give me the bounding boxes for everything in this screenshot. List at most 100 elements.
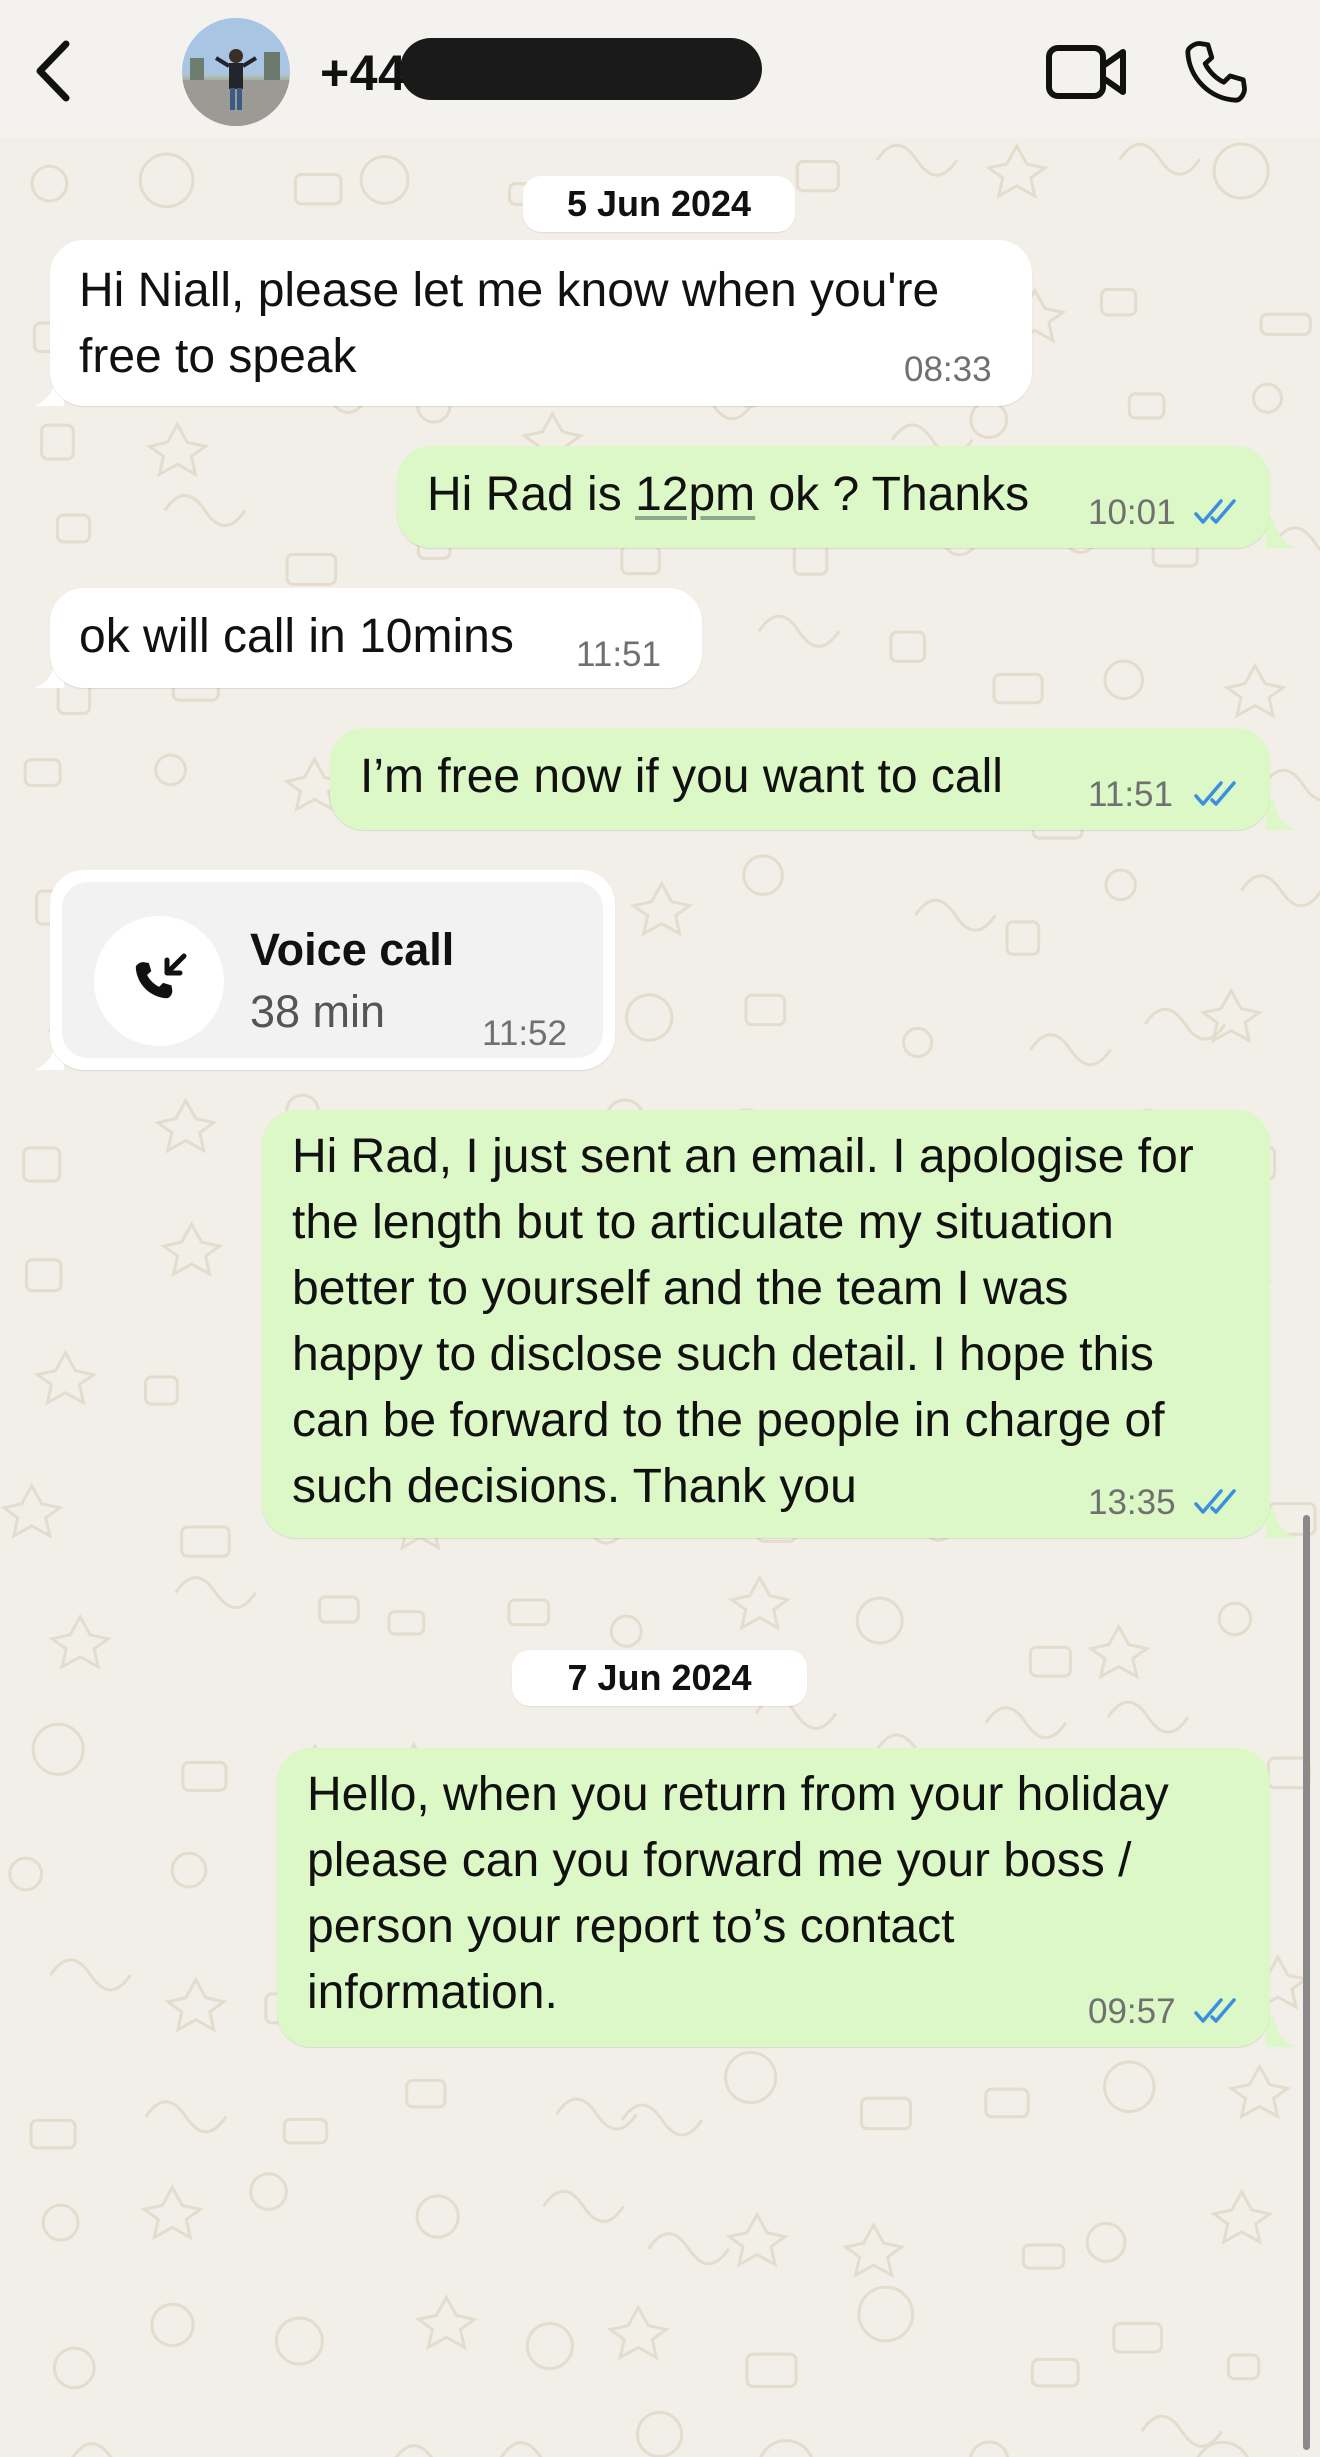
doodle-shape	[154, 753, 187, 787]
doodle-shape	[914, 898, 997, 932]
message-bubble-incoming[interactable]: ok will call in 10mins 11:51	[50, 588, 702, 688]
contact-avatar[interactable]	[182, 18, 290, 126]
doodle-shape	[48, 1613, 112, 1670]
doodle-shape	[1106, 1700, 1190, 1734]
doodle-shape	[138, 152, 195, 209]
doodle-shape	[1030, 2357, 1080, 2388]
doodle-shape	[41, 2203, 80, 2242]
doodle-shape	[145, 421, 209, 478]
message-bubble-outgoing[interactable]: I’m free now if you want to call 11:51	[330, 728, 1270, 830]
doodle-shape	[620, 544, 661, 576]
doodle-shape	[855, 1596, 904, 1645]
bubble-tail	[1266, 518, 1296, 548]
message-text: Hi Rad is 12pm ok ? Thanks	[427, 462, 1029, 528]
doodle-shape	[144, 2100, 228, 2134]
message-text: I’m free now if you want to call	[360, 750, 1003, 803]
doodle-shape	[170, 1851, 208, 1889]
doodle-shape	[992, 672, 1044, 705]
bubble-tail	[1266, 1508, 1296, 1538]
back-button[interactable]	[30, 36, 80, 106]
doodle-shape	[742, 854, 784, 897]
doodle-shape	[1212, 142, 1270, 200]
doodle-shape	[630, 880, 694, 937]
doodle-shape	[1210, 2188, 1274, 2245]
doodle-shape	[285, 552, 338, 586]
message-bubble-outgoing[interactable]: Hello, when you return from your holiday…	[277, 1748, 1270, 2047]
chevron-left-icon	[36, 40, 70, 102]
voice-call-card[interactable]: Voice call 38 min 11:52	[62, 882, 603, 1058]
message-bubble-outgoing[interactable]: Hi Rad is 12pm ok ? Thanks 10:01	[397, 446, 1270, 548]
doodle-shape	[23, 758, 62, 787]
voice-call-button[interactable]	[1180, 36, 1252, 108]
doodle-shape	[8, 1856, 44, 1892]
doodle-shape	[49, 1958, 132, 1992]
doodle-shape	[795, 159, 840, 193]
doodle-shape	[969, 400, 1009, 440]
doodle-shape	[647, 2232, 730, 2266]
doodle-shape	[31, 1722, 85, 1776]
doodle-shape	[143, 1375, 179, 1406]
doodle-shape	[1103, 2060, 1156, 2114]
message-text: Hi Niall, please let me know when you're…	[79, 264, 940, 383]
message-time: 11:51	[1088, 775, 1173, 814]
doodle-shape	[159, 1221, 224, 1278]
doodle-shape	[174, 1576, 257, 1610]
time-link[interactable]: 12pm	[635, 468, 755, 521]
doodle-shape	[1196, 2440, 1249, 2457]
doodle-shape	[387, 1610, 426, 1636]
doodle-shape	[902, 1026, 934, 1059]
doodle-shape	[140, 2184, 204, 2241]
message-bubble-outgoing[interactable]: Hi Rad, I just sent an email. I apologis…	[262, 1110, 1270, 1538]
date-separator: 7 Jun 2024	[512, 1650, 807, 1706]
doodle-shape	[33, 1349, 98, 1406]
doodle-shape	[609, 1614, 643, 1648]
doodle-shape	[1223, 662, 1287, 719]
read-receipt-icon	[1194, 499, 1236, 524]
message-bubble-incoming[interactable]: Hi Niall, please let me know when you're…	[50, 240, 1032, 406]
doodle-shape	[29, 2118, 77, 2150]
message-text-part: Hi Rad is	[427, 468, 636, 521]
doodle-shape	[180, 1525, 231, 1558]
doodle-shape	[1227, 2063, 1292, 2120]
doodle-shape	[150, 2302, 195, 2348]
doodle-shape	[1087, 1623, 1151, 1680]
voice-call-title: Voice call	[250, 924, 455, 975]
message-time: 13:35	[1088, 1483, 1176, 1522]
doodle-shape	[1262, 768, 1320, 802]
doodle-shape	[249, 2172, 288, 2211]
read-receipt-icon	[1194, 1489, 1236, 1514]
contact-number[interactable]: +44	[320, 44, 406, 102]
doodle-shape	[1259, 312, 1312, 336]
doodle-shape	[744, 993, 787, 1027]
doodle-shape	[163, 494, 247, 527]
doodle-shape	[274, 2316, 324, 2366]
message-text-part: ok ? Thanks	[755, 468, 1030, 521]
doodle-shape	[1140, 2414, 1224, 2448]
video-camera-icon	[1046, 45, 1126, 99]
doodle-shape	[1239, 874, 1320, 908]
scrollbar[interactable]	[1303, 1515, 1310, 2450]
doodle-shape	[154, 1097, 218, 1154]
redacted-number	[400, 38, 762, 100]
video-call-button[interactable]	[1045, 38, 1129, 106]
message-text: ok will call in 10mins	[79, 610, 514, 663]
doodle-shape	[507, 1598, 551, 1627]
voice-call-bubble[interactable]: Voice call 38 min 11:52	[50, 870, 615, 1070]
message-time: 09:57	[1088, 1992, 1176, 2031]
doodle-shape	[1127, 392, 1166, 420]
doodle-shape	[24, 1258, 63, 1293]
doodle-shape	[52, 2346, 96, 2390]
read-receipt-icon	[1194, 1998, 1236, 2023]
doodle-shape	[1028, 1645, 1072, 1678]
doodle-shape	[282, 2117, 329, 2145]
doodle-shape	[71, 2442, 113, 2457]
doodle-shape	[359, 155, 410, 205]
doodle-shape	[22, 1146, 62, 1183]
doodle-shape	[1099, 287, 1138, 317]
bubble-tail	[1266, 800, 1296, 830]
doodle-shape	[405, 2078, 447, 2109]
doodle-shape	[293, 173, 343, 206]
doodle-shape	[1021, 2243, 1066, 2270]
doodle-shape	[625, 993, 674, 1042]
doodle-shape	[1251, 382, 1283, 414]
